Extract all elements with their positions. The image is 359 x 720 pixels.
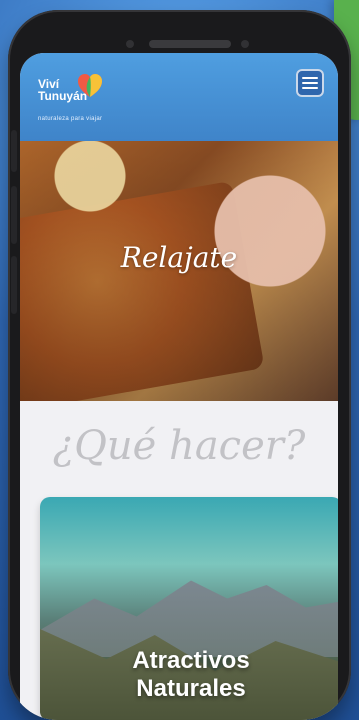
activity-card[interactable]: Atractivos Naturales	[40, 497, 338, 720]
phone-frame: Viví Tunuyán naturaleza para viajar Rela…	[8, 10, 351, 720]
logo-text: Viví Tunuyán	[38, 78, 87, 102]
speaker-grille	[149, 40, 231, 48]
menu-button[interactable]	[296, 69, 324, 97]
site-logo[interactable]: Viví Tunuyán naturaleza para viajar	[38, 71, 148, 129]
activities-section: ¿Qué hacer? Atractivos Naturales	[20, 401, 338, 720]
side-button	[11, 256, 17, 314]
activity-card-title: Atractivos Naturales	[40, 647, 338, 703]
phone-screen: Viví Tunuyán naturaleza para viajar Rela…	[20, 53, 338, 720]
device-showcase: Viví Tunuyán naturaleza para viajar Rela…	[0, 0, 359, 720]
camera-dot	[241, 40, 249, 48]
hamburger-menu-icon	[302, 77, 318, 79]
hero-banner[interactable]: Relajate	[20, 141, 338, 401]
camera-dot	[126, 40, 134, 48]
card-title-line-1: Atractivos	[132, 647, 250, 674]
side-button	[11, 186, 17, 244]
logo-tagline: naturaleza para viajar	[38, 116, 103, 122]
logo-line-2: Tunuyán	[38, 89, 88, 103]
mountain-image	[40, 580, 338, 657]
hamburger-menu-icon	[302, 87, 318, 89]
card-title-line-2: Naturales	[136, 675, 246, 702]
site-header: Viví Tunuyán naturaleza para viajar	[20, 53, 338, 141]
section-title: ¿Qué hacer?	[52, 423, 306, 469]
hero-title: Relajate	[120, 241, 238, 274]
side-button	[11, 130, 17, 172]
hamburger-menu-icon	[302, 82, 318, 84]
